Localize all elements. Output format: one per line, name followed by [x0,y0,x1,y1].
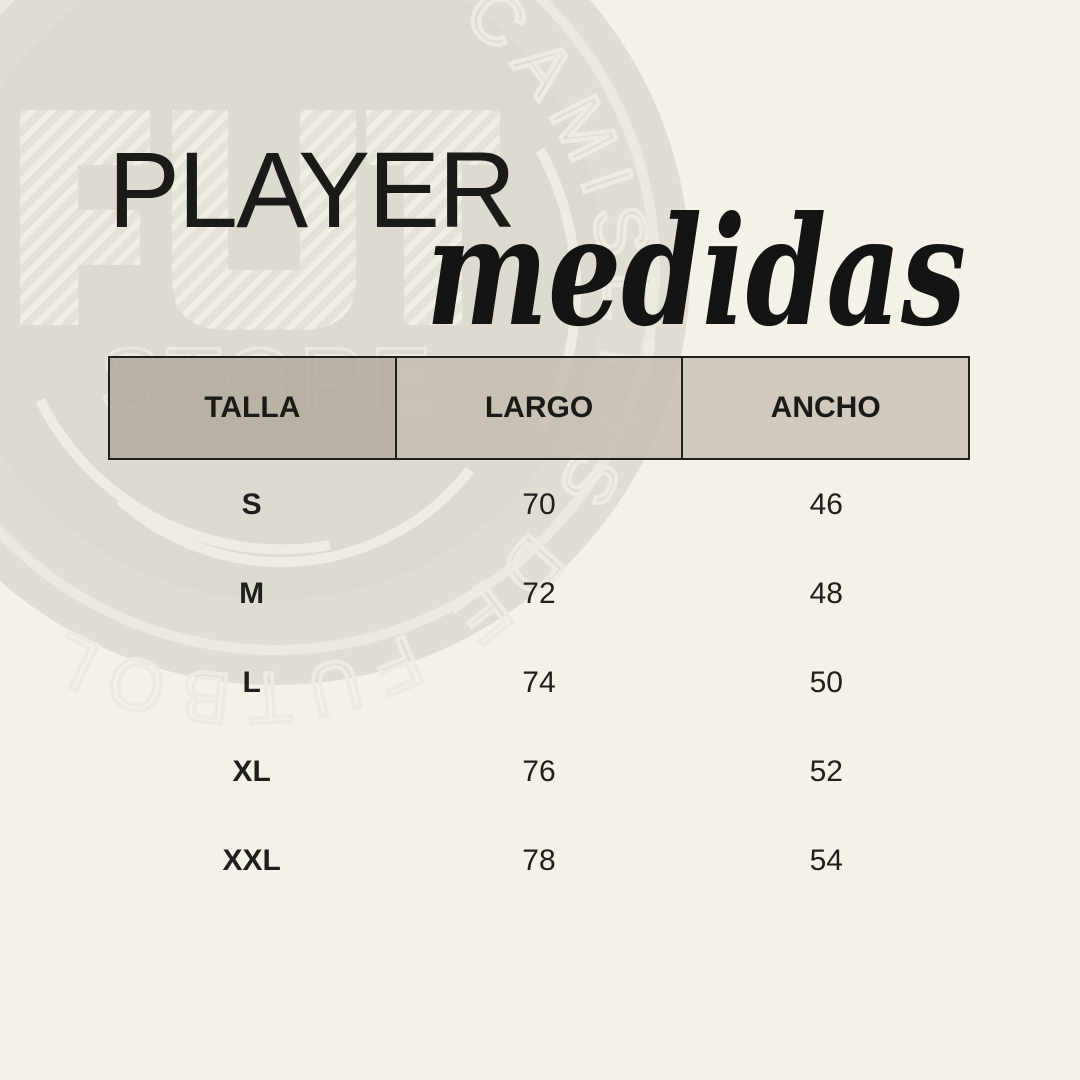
table-header-row: TALLA LARGO ANCHO [108,356,970,460]
cell-talla: XL [232,754,271,788]
cell-ancho: 46 [809,487,843,521]
cell-largo: 72 [522,576,556,610]
cell-largo: 76 [522,754,556,788]
cell-largo: 70 [522,487,556,521]
header-largo: LARGO [396,358,684,458]
table-row: L 74 50 [108,638,970,727]
table-row: S 70 46 [108,460,970,549]
header-talla: TALLA [110,358,397,458]
cell-largo: 78 [522,843,556,877]
cell-talla: S [241,487,262,521]
size-table: TALLA LARGO ANCHO S 70 46 M 72 48 L 74 5… [108,356,970,905]
cell-largo: 74 [522,665,556,699]
cell-talla: M [239,576,265,610]
table-row: XL 76 52 [108,727,970,816]
title-medidas-text: medidas [426,196,966,346]
table-row: M 72 48 [108,549,970,638]
table-row: XXL 78 54 [108,816,970,905]
cell-ancho: 52 [809,754,843,788]
cell-ancho: 50 [809,665,843,699]
header-ancho: ANCHO [683,358,969,458]
cell-talla: XXL [222,843,281,877]
cell-ancho: 48 [809,576,843,610]
cell-ancho: 54 [809,843,843,877]
cell-talla: L [242,665,261,699]
title-medidas: medidas [426,196,966,346]
